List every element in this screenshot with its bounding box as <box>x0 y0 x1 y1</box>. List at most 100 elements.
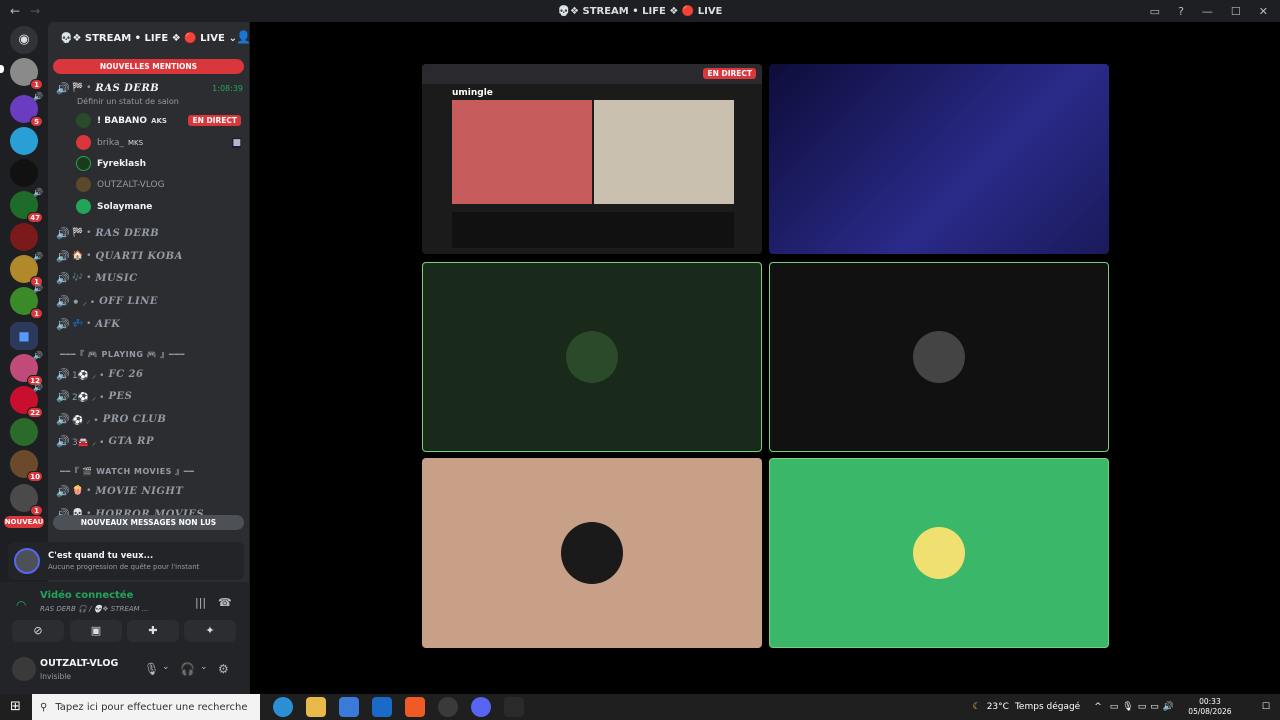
voice-channel[interactable]: 🔊 🎶 • MUSIC <box>56 268 243 288</box>
forward-arrow-icon[interactable]: → <box>30 4 40 18</box>
voice-channel[interactable]: 🔊 🍿 • MOVIE NIGHT <box>56 481 243 501</box>
guild-header[interactable]: 💀❖ STREAM • LIFE ❖ 🔴 LIVE ⌄ 👤 <box>48 22 249 54</box>
speaker-icon: 🔊 <box>56 434 70 448</box>
server-icon[interactable] <box>10 418 38 446</box>
server-icon[interactable]: 🔊 1 <box>10 284 43 319</box>
signal-icon[interactable]: ◠ <box>16 598 26 612</box>
voice-channel[interactable]: 🔊 🏠 • QUARTI KOBA <box>56 246 243 266</box>
minimize-button[interactable]: — <box>1202 5 1213 18</box>
help-icon[interactable]: ? <box>1178 5 1184 18</box>
discord-icon[interactable] <box>471 697 491 717</box>
weather-desc[interactable]: Temps dégagé <box>1015 702 1080 712</box>
category-movies[interactable]: ━━『 🎬 WATCH MOVIES 』━━ <box>60 466 241 480</box>
edge-icon[interactable] <box>273 697 293 717</box>
speaker-icon: 🔊 <box>56 226 70 240</box>
voice-channel[interactable]: 🔊 1⚽ ⸝ • FC 26 <box>56 364 243 384</box>
disconnect-icon[interactable]: ☎ <box>218 596 232 609</box>
maximize-button[interactable]: ☐ <box>1231 5 1241 18</box>
taskbar: ⊞ ⚲ Tapez ici pour effectuer une recherc… <box>0 694 1280 720</box>
close-button[interactable]: ✕ <box>1259 5 1268 18</box>
voice-channel[interactable]: 🔊 ⚽ ⸝ • PRO CLUB <box>56 409 243 429</box>
voice-channel[interactable]: 🔊 ⚫ ⸝ • OFF LINE <box>56 291 243 311</box>
settings-gear-icon[interactable]: ⚙ <box>218 662 229 676</box>
back-arrow-icon[interactable]: ← <box>10 4 20 18</box>
avatar <box>76 156 91 171</box>
voice-channel[interactable]: 🔊 🏁 • RAS DERB <box>56 223 243 243</box>
channel-status[interactable]: Définir un statut de salon <box>77 97 179 106</box>
search-input[interactable]: ⚲ Tapez ici pour effectuer une recherche <box>32 694 260 720</box>
voice-member[interactable]: OUTZALT-VLOG <box>76 174 241 195</box>
screen-share-tile[interactable]: EN DIRECT umingle <box>422 64 762 254</box>
mail-icon[interactable] <box>372 697 392 717</box>
chevron-up-icon[interactable]: ^ <box>1094 702 1102 712</box>
avatar <box>76 113 91 128</box>
microphone-icon[interactable]: 🎙 <box>144 662 159 676</box>
inbox-icon[interactable]: ▭ <box>1150 5 1160 18</box>
server-icon[interactable] <box>10 223 38 251</box>
mentions-banner[interactable]: NOUVELLES MENTIONS <box>53 59 244 74</box>
category-playing[interactable]: ━━━『 🎮 PLAYING 🎮 』━━━ <box>60 349 241 363</box>
server-icon[interactable]: 🔊 22 <box>10 383 43 418</box>
voice-member[interactable]: brika_ MKS ■ <box>76 132 241 153</box>
chrome-icon[interactable] <box>438 697 458 717</box>
tray-icons[interactable]: ▭🎙▭▭🔊 <box>1110 702 1178 712</box>
voice-member[interactable]: ! BABANO AKS EN DIRECT <box>76 110 241 131</box>
file-explorer-icon[interactable] <box>306 697 326 717</box>
server-icon[interactable]: 1 <box>10 484 43 516</box>
voice-location[interactable]: RAS DERB 🎧 / 💀❖ STREAM ... <box>40 605 149 613</box>
guild-name: 💀❖ STREAM • LIFE ❖ 🔴 LIVE <box>60 32 225 44</box>
voice-channel-active[interactable]: 🔊 🏁 • RAS DERB 1:08:39 <box>56 78 243 98</box>
call-timer: 1:08:39 <box>212 83 243 93</box>
weather-temp[interactable]: 23°C <box>987 702 1009 712</box>
chevron-down-icon[interactable]: ⌄ <box>162 662 170 672</box>
server-icon[interactable]: 🔊 1 <box>10 252 43 287</box>
voice-channel[interactable]: 🔊 2⚽ ⸝ • PES <box>56 386 243 406</box>
avatar <box>76 177 91 192</box>
add-member-icon[interactable]: 👤 <box>236 30 249 44</box>
voice-channel[interactable]: 🔊 3🚘 ⸝ • GTA RP <box>56 431 243 451</box>
participant-tile[interactable] <box>769 262 1109 452</box>
avatar <box>76 199 91 214</box>
notification-icon[interactable]: ☐ <box>1262 702 1270 712</box>
screen-share-button[interactable]: ▣ <box>70 620 122 642</box>
avatar[interactable] <box>12 657 36 681</box>
activities-button[interactable]: ✚ <box>127 620 179 642</box>
chevron-down-icon[interactable]: ⌄ <box>200 662 208 672</box>
server-icon[interactable] <box>10 127 38 155</box>
discord-home-icon[interactable]: ◉ <box>10 26 38 54</box>
speaker-icon: 🔊 <box>56 484 70 498</box>
server-icon[interactable] <box>10 159 38 187</box>
search-icon: ⚲ <box>40 701 48 713</box>
camera-off-button[interactable]: ⊘ <box>12 620 64 642</box>
headphones-icon[interactable]: 🎧 <box>180 662 195 676</box>
server-icon[interactable]: 🔊 5 <box>10 92 43 127</box>
video-stage: EN DIRECT umingle <box>250 22 1280 694</box>
avatar <box>913 527 965 579</box>
server-icon[interactable]: 🔊 47 <box>10 188 43 223</box>
server-icon[interactable]: 🔊 12 <box>10 351 43 386</box>
brave-icon[interactable] <box>405 697 425 717</box>
clock[interactable]: 00:33 05/08/2026 <box>1188 697 1232 717</box>
participant-tile[interactable] <box>422 458 762 648</box>
server-icon[interactable]: 10 <box>10 450 43 482</box>
camera-tile[interactable] <box>769 64 1109 254</box>
voice-channel[interactable]: 🔊 💤 • AFK <box>56 314 243 334</box>
epic-games-icon[interactable] <box>504 697 524 717</box>
new-unread-badge[interactable]: NOUVEAU <box>4 516 44 528</box>
speaker-icon: 🔊 <box>56 81 70 95</box>
speaker-icon: 🔊 <box>56 271 70 285</box>
participant-tile[interactable] <box>422 262 762 452</box>
folder-icon[interactable]: ■ <box>10 322 38 350</box>
soundboard-button[interactable]: ✦ <box>184 620 236 642</box>
quest-card[interactable]: C'est quand tu veux... Aucune progressio… <box>8 542 244 580</box>
unread-banner[interactable]: NOUVEAUX MESSAGES NON LUS <box>53 515 244 530</box>
store-icon[interactable] <box>339 697 359 717</box>
chat-area <box>452 212 734 248</box>
participant-tile[interactable] <box>769 458 1109 648</box>
windows-start-icon[interactable]: ⊞ <box>10 699 21 714</box>
quest-subtitle: Aucune progression de quête pour l'insta… <box>48 563 200 571</box>
voice-member[interactable]: Fyreklash <box>76 153 241 174</box>
noise-suppression-icon[interactable]: ||| <box>195 596 206 609</box>
server-icon[interactable]: 1 <box>10 58 43 90</box>
voice-member[interactable]: Solaymane <box>76 196 241 217</box>
